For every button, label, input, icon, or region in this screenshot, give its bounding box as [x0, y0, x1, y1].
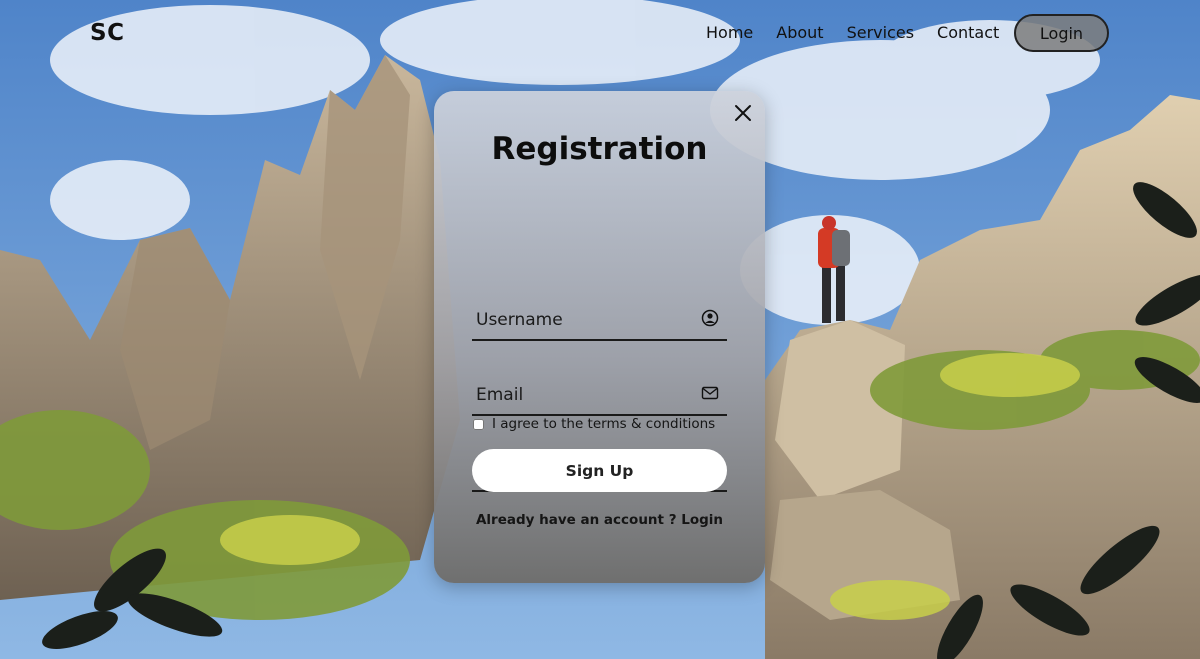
terms-row: I agree to the terms & conditions	[473, 416, 715, 432]
site-header: SC Home About Services Contact Login	[0, 0, 1200, 68]
signup-button[interactable]: Sign Up	[472, 449, 727, 492]
already-account-label: Already have an account ?	[475, 512, 677, 528]
email-input[interactable]	[476, 380, 691, 410]
close-icon[interactable]	[733, 103, 753, 123]
terms-checkbox[interactable]	[473, 418, 484, 430]
terms-label: I agree to the terms & conditions	[492, 416, 716, 432]
username-field	[472, 299, 727, 341]
nav-about[interactable]: About	[776, 23, 823, 42]
nav-home[interactable]: Home	[706, 23, 753, 42]
logo: SC	[90, 20, 125, 46]
nav-services[interactable]: Services	[847, 23, 914, 42]
registration-card: Registration I agree to the terms & cond…	[434, 91, 765, 583]
login-link[interactable]: Login	[681, 512, 723, 528]
envelope-icon	[701, 384, 719, 402]
username-input[interactable]	[476, 305, 691, 335]
email-field	[472, 374, 727, 416]
main-nav: Home About Services Contact	[706, 23, 999, 42]
already-account-text: Already have an account ? Login	[434, 512, 765, 528]
nav-contact[interactable]: Contact	[937, 23, 999, 42]
registration-title: Registration	[491, 131, 708, 167]
header-login-button[interactable]: Login	[1014, 14, 1109, 52]
user-circle-icon	[701, 309, 719, 327]
